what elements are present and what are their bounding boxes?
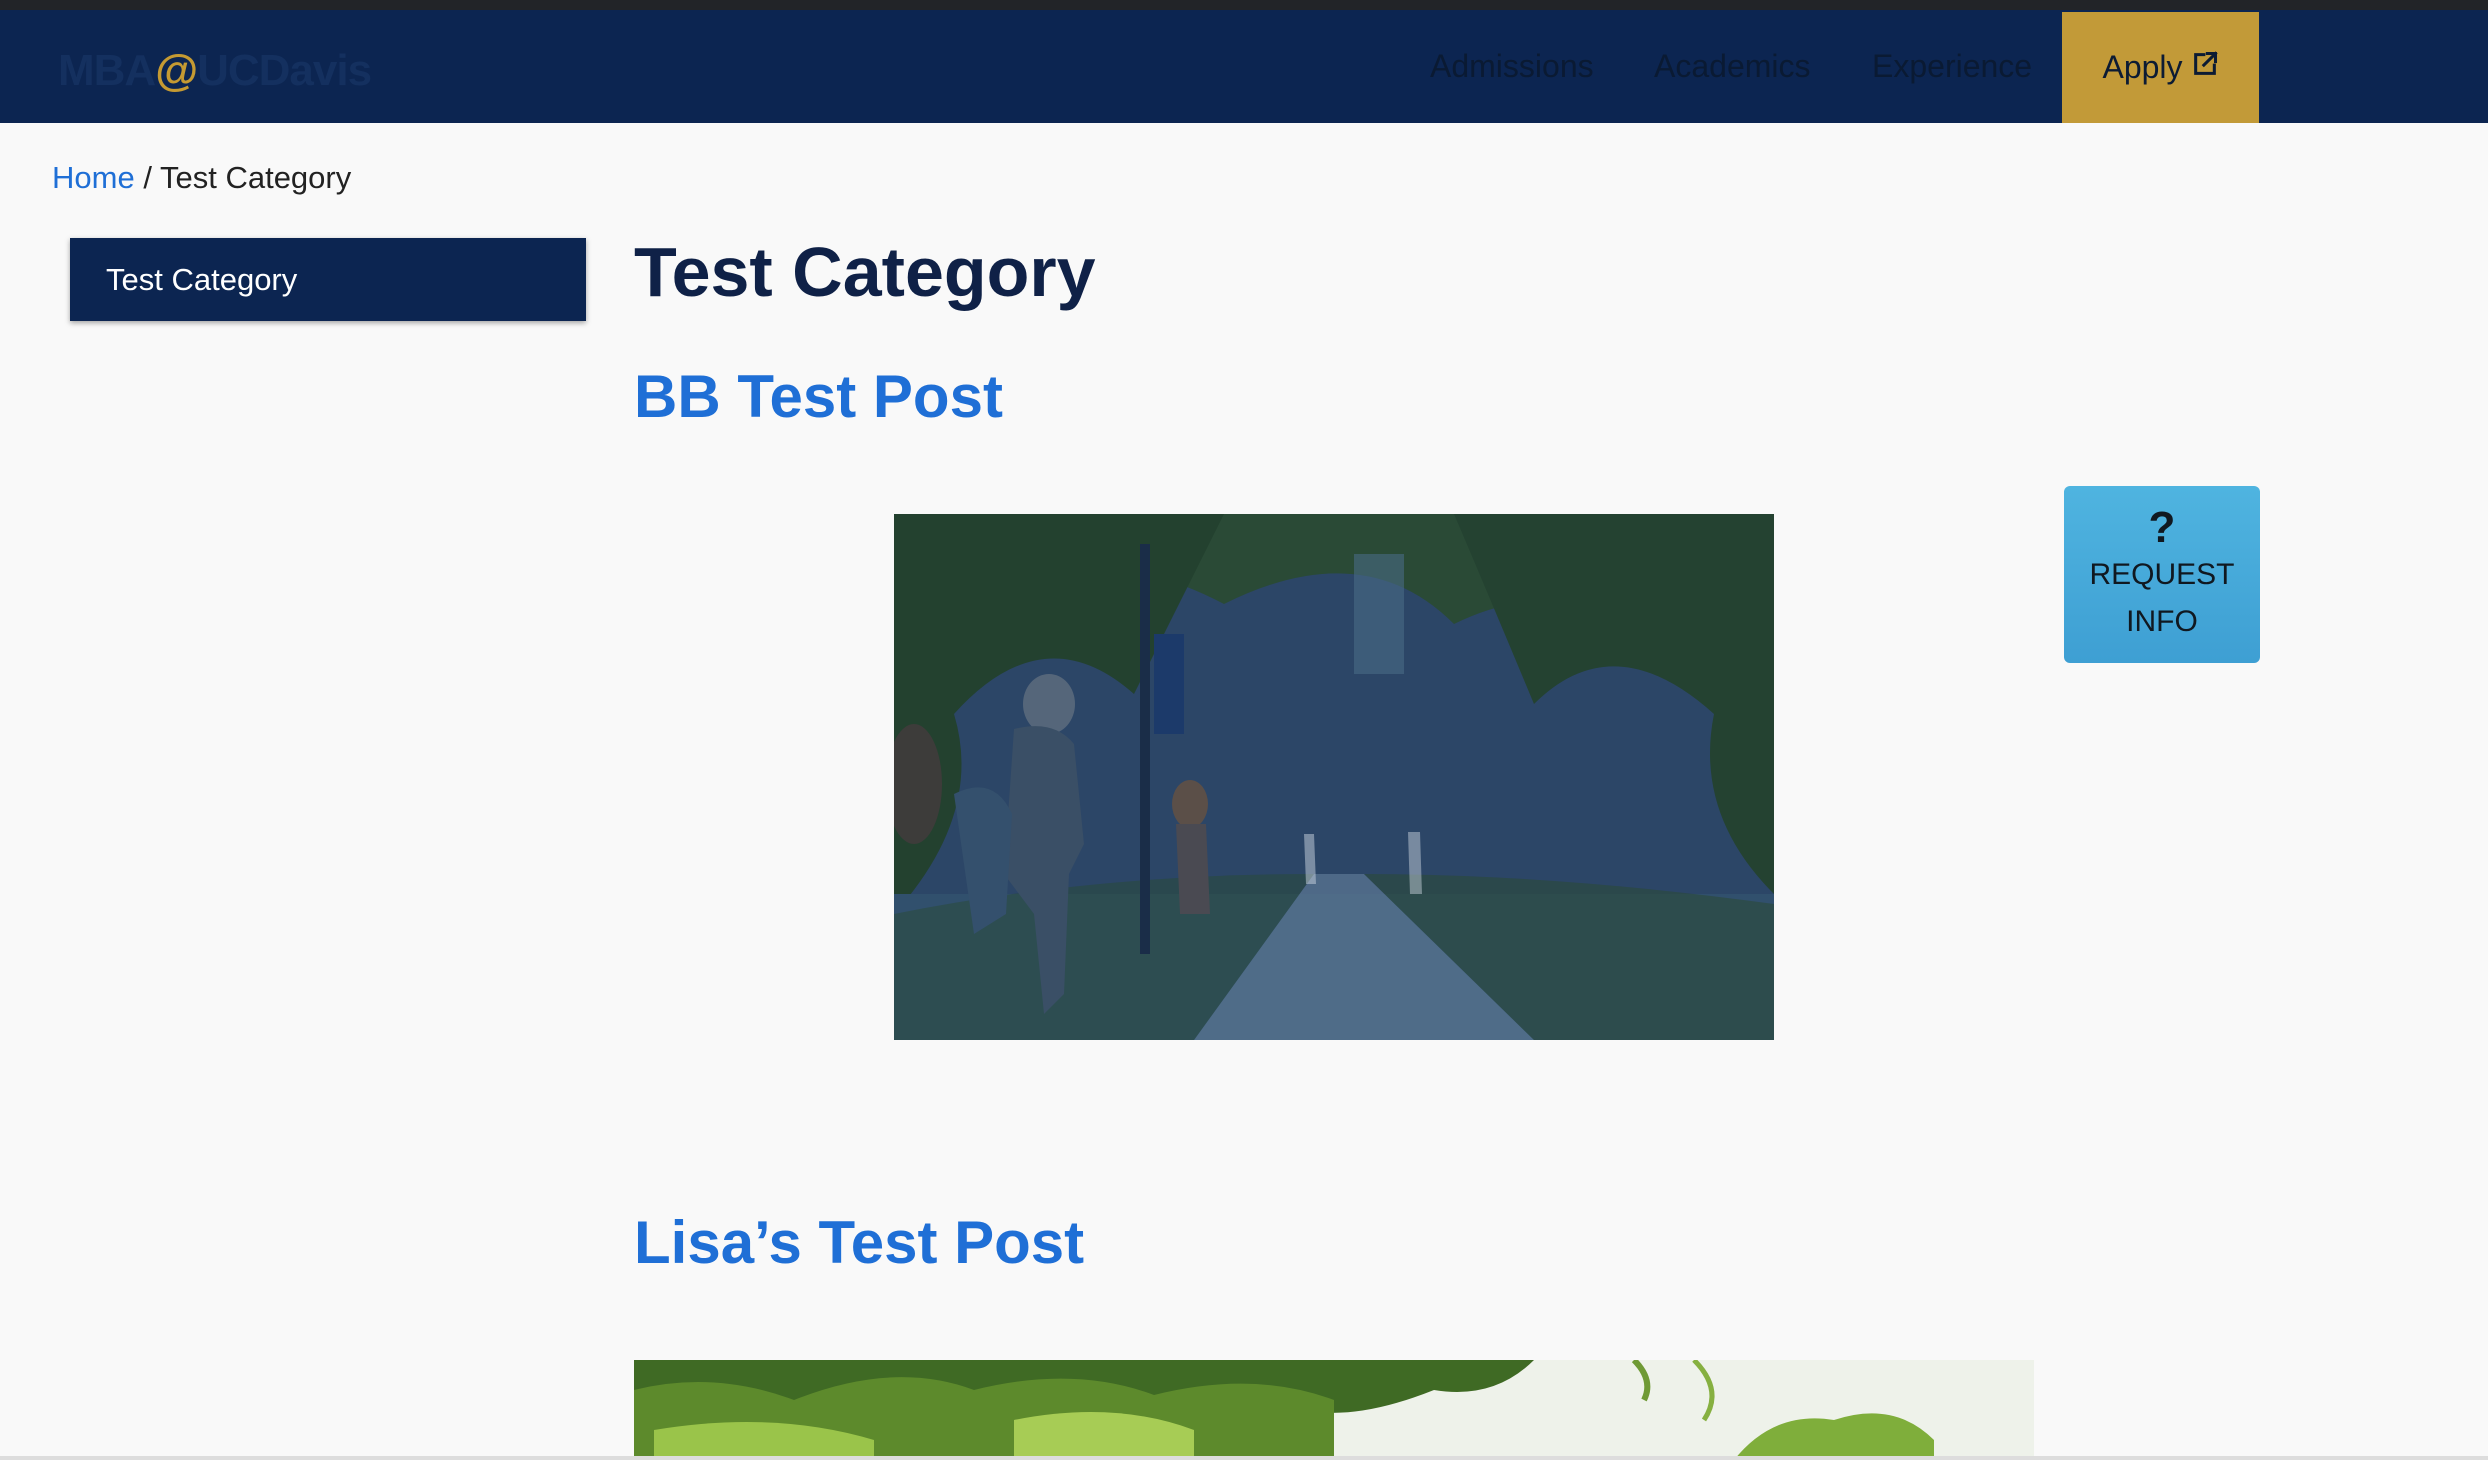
apply-button[interactable]: Apply [2062,12,2259,123]
logo-prefix: MBA [58,46,156,95]
sidebar-item-label: Test Category [106,262,298,297]
site-header: MBA@UCDavis Admissions Academics Experie… [0,10,2488,123]
external-link-icon [2191,49,2219,86]
breadcrumb-current: Test Category [159,160,352,195]
apply-label: Apply [2102,49,2183,85]
sidebar-item-test-category[interactable]: Test Category [70,238,586,321]
breadcrumb: Home / Test Category [52,160,351,196]
nav-admissions[interactable]: Admissions [1430,10,1594,123]
window-bottom-edge [0,1456,2488,1460]
request-info-button[interactable]: ? REQUEST INFO [2064,486,2260,663]
site-logo[interactable]: MBA@UCDavis [58,46,372,96]
request-info-line1: REQUEST [2089,557,2235,591]
breadcrumb-home-link[interactable]: Home [52,160,135,195]
page-title: Test Category [634,233,1096,311]
post-image-trees[interactable] [634,1360,2034,1460]
question-icon: ? [2148,502,2176,552]
logo-suffix: UCDavis [197,46,372,95]
breadcrumb-separator: / [134,160,160,195]
logo-at: @ [155,46,198,95]
post-title-link[interactable]: BB Test Post [634,362,1003,431]
request-info-line2: INFO [2126,604,2198,638]
post-image-campus-walkway[interactable] [894,514,1774,1040]
nav-academics[interactable]: Academics [1654,10,1811,123]
nav-experience[interactable]: Experience [1872,10,2032,123]
top-border [0,0,2488,10]
post-title-link[interactable]: Lisa’s Test Post [634,1208,1084,1277]
